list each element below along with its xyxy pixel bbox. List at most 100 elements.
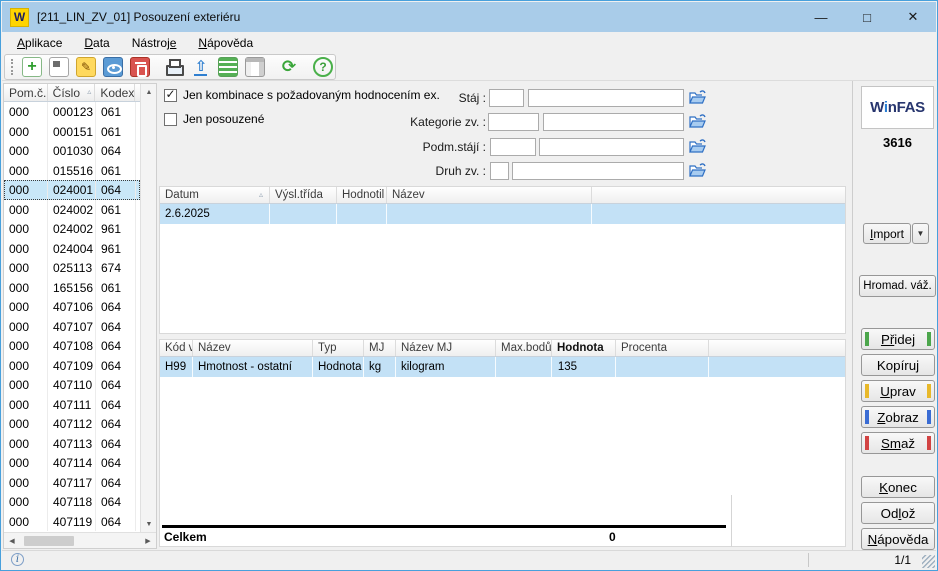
- action-button[interactable]: Zobraz: [861, 406, 935, 428]
- resize-grip[interactable]: [922, 555, 935, 568]
- cell: 000151: [48, 122, 96, 142]
- podm-staj-name-input[interactable]: [539, 138, 684, 156]
- cell: 135: [552, 357, 616, 377]
- column-header[interactable]: MJ: [364, 340, 396, 356]
- kategorie-code-input[interactable]: [488, 113, 539, 131]
- export-icon[interactable]: [191, 57, 211, 77]
- scroll-up-icon[interactable]: ▲: [141, 84, 157, 100]
- horizontal-scrollbar[interactable]: ◀ ▶: [4, 532, 156, 548]
- open-folder-icon[interactable]: [688, 162, 707, 179]
- table-row[interactable]: 2.6.2025: [160, 204, 845, 224]
- checkbox-required-rating[interactable]: [164, 89, 177, 102]
- druh-name-input[interactable]: [512, 162, 684, 180]
- menu-item[interactable]: Nápověda: [187, 33, 264, 53]
- help-icon[interactable]: [313, 57, 333, 77]
- action-button[interactable]: Přidej: [861, 328, 935, 350]
- toolbar-drag-handle[interactable]: [11, 59, 13, 75]
- table-row[interactable]: 000 407111 064: [4, 395, 140, 415]
- scroll-right-icon[interactable]: ▶: [140, 533, 156, 549]
- maximize-button[interactable]: □: [844, 2, 890, 32]
- edit-icon[interactable]: [76, 57, 96, 77]
- table-row[interactable]: 000 407110 064: [4, 375, 140, 395]
- scrollbar-thumb[interactable]: [24, 536, 74, 546]
- animal-list-header: Pom.č. Číslo▵ Kodex: [4, 84, 140, 102]
- table-row[interactable]: 000 024004 961: [4, 239, 140, 259]
- table-row[interactable]: 000 407114 064: [4, 453, 140, 473]
- delete-icon[interactable]: [130, 57, 150, 77]
- column-header[interactable]: Max.bodů: [496, 340, 552, 356]
- vertical-scrollbar[interactable]: ▲ ▼: [140, 84, 156, 532]
- staj-name-input[interactable]: [528, 89, 684, 107]
- scroll-left-icon[interactable]: ◀: [4, 533, 20, 549]
- action-button[interactable]: Kopíruj: [861, 354, 935, 376]
- column-header[interactable]: Typ: [313, 340, 364, 356]
- column-header[interactable]: Kodex: [95, 84, 135, 101]
- close-button[interactable]: ✕: [890, 2, 936, 32]
- column-header[interactable]: Číslo▵: [48, 84, 96, 101]
- column-header[interactable]: Datum▵: [160, 187, 270, 203]
- table-row[interactable]: 000 407107 064: [4, 317, 140, 337]
- column-header[interactable]: Hodnotil: [337, 187, 387, 203]
- checkbox-only-assessed[interactable]: [164, 113, 177, 126]
- table-row[interactable]: 000 407117 064: [4, 473, 140, 493]
- table-row[interactable]: 000 407113 064: [4, 434, 140, 454]
- footer-button[interactable]: Odlož: [861, 502, 935, 524]
- footer-button[interactable]: Konec: [861, 476, 935, 498]
- table-row[interactable]: 000 024002 061: [4, 200, 140, 220]
- open-folder-icon[interactable]: [688, 138, 707, 155]
- minimize-button[interactable]: —: [798, 2, 844, 32]
- menu-item[interactable]: Data: [73, 33, 120, 53]
- table-row[interactable]: H99 Hmotnost - ostatní Hodnota kg kilogr…: [160, 357, 845, 377]
- menu-item[interactable]: Aplikace: [6, 33, 73, 53]
- table-row[interactable]: 000 001030 064: [4, 141, 140, 161]
- kategorie-name-input[interactable]: [543, 113, 684, 131]
- table-row[interactable]: 000 015516 061: [4, 161, 140, 181]
- scroll-down-icon[interactable]: ▼: [141, 516, 157, 532]
- copy-icon[interactable]: [49, 57, 69, 77]
- cell: 064: [96, 473, 136, 493]
- add-icon[interactable]: [22, 57, 42, 77]
- table-row[interactable]: 000 000123 061: [4, 102, 140, 122]
- column-header[interactable]: Výsl.třída: [270, 187, 337, 203]
- table-row[interactable]: 000 000151 061: [4, 122, 140, 142]
- table-row[interactable]: 000 024002 961: [4, 219, 140, 239]
- panel-icon[interactable]: [245, 57, 265, 77]
- column-header[interactable]: Název: [387, 187, 592, 203]
- cell: 000: [4, 473, 48, 493]
- open-folder-icon[interactable]: [688, 113, 707, 130]
- column-header[interactable]: [709, 340, 845, 356]
- column-header[interactable]: Název: [193, 340, 313, 356]
- column-header[interactable]: Kód vl.: [160, 340, 193, 356]
- rows-icon[interactable]: [218, 57, 238, 77]
- import-button[interactable]: Import: [863, 223, 911, 244]
- column-header[interactable]: Pom.č.: [4, 84, 48, 101]
- print-icon[interactable]: [164, 57, 184, 77]
- podm-staj-code-input[interactable]: [490, 138, 536, 156]
- refresh-icon[interactable]: [279, 57, 299, 77]
- action-button[interactable]: Uprav: [861, 380, 935, 402]
- column-header[interactable]: [592, 187, 845, 203]
- table-row[interactable]: 000 407109 064: [4, 356, 140, 376]
- footer-button[interactable]: Nápověda: [861, 528, 935, 550]
- column-header[interactable]: Procenta: [616, 340, 709, 356]
- bulk-weighing-button[interactable]: Hromad. váž.: [859, 275, 936, 297]
- action-button[interactable]: Smaž: [861, 432, 935, 454]
- import-dropdown-button[interactable]: ▼: [912, 223, 929, 244]
- table-row[interactable]: 000 165156 061: [4, 278, 140, 298]
- open-folder-icon[interactable]: [688, 89, 707, 106]
- table-row[interactable]: 000 407106 064: [4, 297, 140, 317]
- menu-item[interactable]: Nástroje: [121, 33, 188, 53]
- table-row[interactable]: 000 407108 064: [4, 336, 140, 356]
- druh-code-input[interactable]: [490, 162, 509, 180]
- column-header[interactable]: Hodnota: [552, 340, 616, 356]
- table-row[interactable]: 000 024001 064: [4, 180, 140, 200]
- cell: [337, 204, 387, 224]
- table-row[interactable]: 000 025113 674: [4, 258, 140, 278]
- table-row[interactable]: 000 407119 064: [4, 512, 140, 532]
- cell: 064: [96, 375, 136, 395]
- staj-code-input[interactable]: [489, 89, 524, 107]
- table-row[interactable]: 000 407118 064: [4, 492, 140, 512]
- view-icon[interactable]: [103, 57, 123, 77]
- column-header[interactable]: Název MJ: [396, 340, 496, 356]
- table-row[interactable]: 000 407112 064: [4, 414, 140, 434]
